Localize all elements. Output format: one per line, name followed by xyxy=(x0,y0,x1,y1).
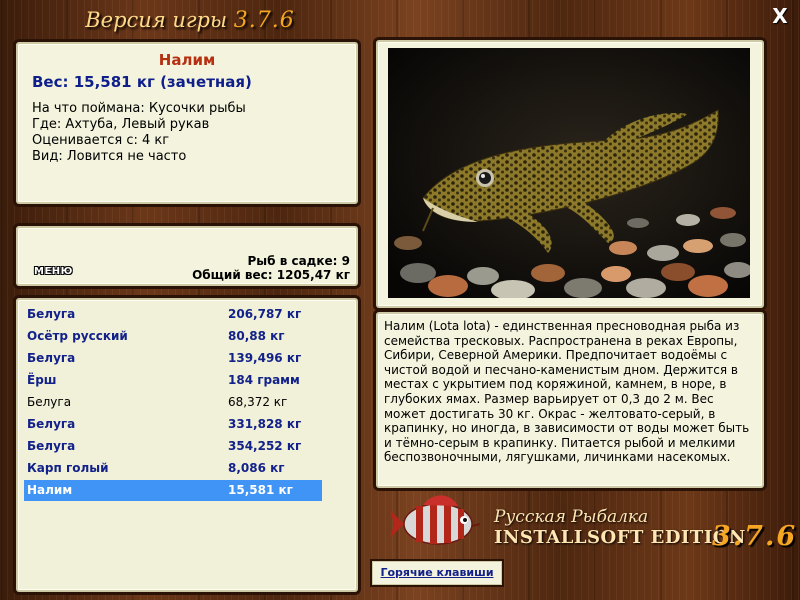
catch-row[interactable]: Белуга 68,372 кг xyxy=(24,392,322,413)
fish-name: Налим xyxy=(158,51,216,69)
catch-fish-name: Белуга xyxy=(27,439,76,453)
brand-edition: INSTALLSOFT EDITION xyxy=(494,527,746,548)
catch-fish-name: Налим xyxy=(27,483,73,497)
catch-fish-name: Белуга xyxy=(27,417,76,431)
catch-row[interactable]: Белуга 139,496 кг xyxy=(24,348,322,369)
catch-row[interactable]: Белуга 331,828 кг xyxy=(24,414,322,435)
title-version: 3.7.6 xyxy=(233,8,295,33)
catch-fish-weight: 206,787 кг xyxy=(228,307,302,321)
photo-panel xyxy=(376,40,764,308)
catch-fish-name: Белуга xyxy=(27,307,76,321)
title-text: Версия игры xyxy=(85,8,228,32)
burbot-photo xyxy=(388,48,750,298)
valued-from: Оценивается с: 4 кг xyxy=(32,133,170,148)
keepnet-panel: МЕНЮ Рыб в садке: 9 Общий вес: 1205,47 к… xyxy=(16,226,358,286)
catch-row[interactable]: Белуга 354,252 кг xyxy=(24,436,322,457)
keepnet-stats: Рыб в садке: 9 Общий вес: 1205,47 кг xyxy=(192,254,350,282)
close-icon: X xyxy=(772,4,788,28)
catch-fish-weight: 80,88 кг xyxy=(228,329,285,343)
catch-row[interactable]: Осётр русский 80,88 кг xyxy=(24,326,322,347)
fish-weight: Вес: 15,581 кг (зачетная) xyxy=(32,73,252,91)
catch-fish-name: Карп голый xyxy=(27,461,109,475)
catch-row[interactable]: Налим 15,581 кг xyxy=(24,480,322,501)
hotkeys-button[interactable]: Горячие клавиши xyxy=(372,561,502,585)
catch-fish-name: Белуга xyxy=(27,395,72,409)
catch-fish-name: Ёрш xyxy=(27,373,57,387)
catch-fish-weight: 354,252 кг xyxy=(228,439,302,453)
brand-block: Русская Рыбалка INSTALLSOFT EDITION 3.7.… xyxy=(480,505,800,565)
fish-description: Налим (Lota lota) - единственная преснов… xyxy=(384,319,750,465)
caught-on: На что поймана: Кусочки рыбы xyxy=(32,101,246,116)
catch-location: Где: Ахтуба, Левый рукав xyxy=(32,117,210,132)
catch-fish-weight: 184 грамм xyxy=(228,373,300,387)
catch-fish-weight: 15,581 кг xyxy=(228,483,293,497)
catch-fish-weight: 331,828 кг xyxy=(228,417,302,431)
perch-logo-icon xyxy=(390,495,481,545)
catch-row[interactable]: Ёрш 184 грамм xyxy=(24,370,322,391)
fish-kind: Вид: Ловится не часто xyxy=(32,149,187,164)
catch-fish-weight: 139,496 кг xyxy=(228,351,302,365)
brand-version: 3.7.6 xyxy=(712,521,798,552)
fish-count: Рыб в садке: 9 xyxy=(247,254,351,268)
window-title: Версия игры 3.7.6 xyxy=(0,8,380,33)
description-panel: Налим (Lota lota) - единственная преснов… xyxy=(376,312,764,488)
catch-row[interactable]: Карп голый 8,086 кг xyxy=(24,458,322,479)
fish-info-panel: Налим Вес: 15,581 кг (зачетная) На что п… xyxy=(16,42,358,204)
catch-row[interactable]: Белуга 206,787 кг xyxy=(24,304,322,325)
catch-list-panel: Белуга 206,787 кг Осётр русский 80,88 кг Бел… xyxy=(16,298,358,592)
total-weight: Общий вес: 1205,47 кг xyxy=(192,268,350,282)
catch-fish-name: Осётр русский xyxy=(27,329,128,343)
close-button[interactable]: X xyxy=(770,6,790,26)
catch-fish-weight: 8,086 кг xyxy=(228,461,285,475)
catch-fish-name: Белуга xyxy=(27,351,76,365)
catch-fish-weight: 68,372 кг xyxy=(228,395,288,409)
menu-button[interactable]: МЕНЮ xyxy=(34,266,73,277)
brand-game-name: Русская Рыбалка xyxy=(494,507,649,527)
